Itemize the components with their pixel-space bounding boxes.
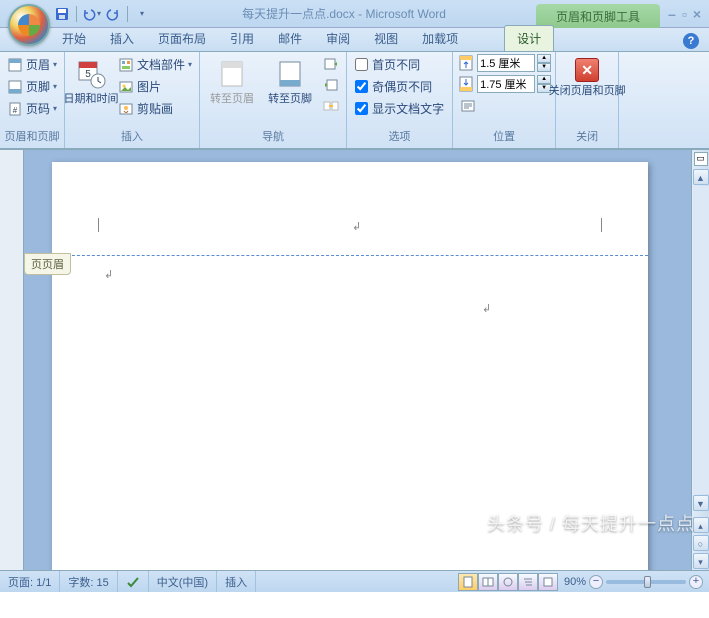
goto-header-button[interactable]: 转至页眉: [204, 54, 260, 110]
close-button[interactable]: ×: [693, 6, 701, 22]
ribbon: 页眉▾ 页脚▾ #页码▾ 页眉和页脚 5 日期和时间 文档部件▾ 图片 剪贴画 …: [0, 52, 709, 150]
contextual-tab-label: 页眉和页脚工具: [536, 4, 660, 28]
minimize-button[interactable]: –: [668, 6, 676, 22]
zoom-in-button[interactable]: +: [689, 575, 703, 589]
insert-alignment-tab-button[interactable]: [457, 96, 551, 116]
diff-first-checkbox[interactable]: 首页不同: [351, 54, 448, 75]
help-icon[interactable]: ?: [683, 33, 699, 49]
status-insertmode[interactable]: 插入: [217, 571, 256, 592]
group-label: 导航: [204, 126, 342, 146]
tab-review[interactable]: 审阅: [314, 26, 362, 51]
header-region[interactable]: ↲ 页页眉: [52, 232, 648, 256]
browse-object-icon[interactable]: ○: [693, 535, 709, 551]
quick-access-toolbar: ▾ ▾: [52, 4, 152, 24]
group-label: 位置: [457, 126, 551, 146]
scroll-track[interactable]: [693, 186, 709, 494]
tab-home[interactable]: 开始: [50, 26, 98, 51]
group-label: 插入: [69, 126, 195, 146]
document-viewport[interactable]: ↲ 页页眉 ↲ ↲: [24, 150, 691, 570]
paragraph-mark-icon: ↲: [482, 302, 491, 315]
nav-next-button[interactable]: [320, 75, 342, 95]
window-controls: – ▫ ×: [668, 6, 701, 22]
zoom-out-button[interactable]: −: [589, 575, 603, 589]
scroll-down-icon[interactable]: ▼: [693, 495, 709, 511]
redo-icon[interactable]: [103, 4, 123, 24]
ribbon-group-position: ▲▼ ▲▼ 位置: [453, 52, 556, 148]
footer-button[interactable]: 页脚▾: [4, 76, 60, 97]
ruler-toggle-icon[interactable]: ▭: [694, 152, 708, 166]
close-headerfooter-button[interactable]: ✕ 关闭页眉和页脚: [560, 54, 614, 102]
spin-down[interactable]: ▼: [537, 63, 551, 72]
tab-pagelayout[interactable]: 页面布局: [146, 26, 218, 51]
footer-from-bottom-spinner[interactable]: ▲▼: [457, 75, 551, 93]
save-icon[interactable]: [52, 4, 72, 24]
picture-button[interactable]: 图片: [115, 76, 195, 97]
status-bar: 页面: 1/1 字数: 15 中文(中国) 插入 90% − +: [0, 570, 709, 592]
diff-oddeven-checkbox[interactable]: 奇偶页不同: [351, 76, 448, 97]
group-label: 关闭: [560, 126, 614, 146]
spin-up[interactable]: ▲: [537, 54, 551, 63]
tab-insert[interactable]: 插入: [98, 26, 146, 51]
header-region-label: 页页眉: [24, 253, 71, 275]
paragraph-mark-icon: ↲: [352, 220, 361, 233]
tab-design[interactable]: 设计: [504, 25, 554, 51]
view-web-icon[interactable]: [498, 573, 518, 591]
header-button[interactable]: 页眉▾: [4, 54, 60, 75]
page[interactable]: ↲ 页页眉 ↲ ↲: [52, 162, 648, 570]
title-bar: ▾ ▾ 每天提升一点点.docx - Microsoft Word 页眉和页脚工…: [0, 0, 709, 28]
goto-footer-button[interactable]: 转至页脚: [262, 54, 318, 110]
nav-prev-button[interactable]: [320, 54, 342, 74]
view-draft-icon[interactable]: [538, 573, 558, 591]
office-button[interactable]: [8, 4, 50, 46]
ribbon-group-navigation: 转至页眉 转至页脚 导航: [200, 52, 347, 148]
ribbon-group-options: 首页不同 奇偶页不同 显示文档文字 选项: [347, 52, 453, 148]
tab-references[interactable]: 引用: [218, 26, 266, 51]
header-from-top-spinner[interactable]: ▲▼: [457, 54, 551, 72]
clipart-button[interactable]: 剪贴画: [115, 98, 195, 119]
spin-up[interactable]: ▲: [537, 75, 551, 84]
qat-customize-icon[interactable]: ▾: [132, 4, 152, 24]
tab-addins[interactable]: 加载项: [410, 26, 470, 51]
datetime-button[interactable]: 5 日期和时间: [69, 54, 113, 110]
close-icon: ✕: [575, 58, 599, 82]
view-fullscreen-icon[interactable]: [478, 573, 498, 591]
undo-icon[interactable]: ▾: [81, 4, 101, 24]
show-doctext-checkbox[interactable]: 显示文档文字: [351, 98, 448, 119]
group-label: 选项: [351, 126, 448, 146]
svg-text:5: 5: [85, 69, 91, 80]
pagenumber-button[interactable]: #页码▾: [4, 98, 60, 119]
zoom-level[interactable]: 90%: [564, 576, 586, 588]
document-area: ↲ 页页眉 ↲ ↲ ▭ ▲ ▼ ▴ ○ ▾ 头条号 / 每天提升一点点: [0, 150, 709, 570]
status-language[interactable]: 中文(中国): [149, 571, 217, 592]
zoom-control: 90% − +: [558, 575, 709, 589]
ribbon-tabs: 开始 插入 页面布局 引用 邮件 审阅 视图 加载项 设计 ?: [0, 28, 709, 52]
ribbon-group-insert: 5 日期和时间 文档部件▾ 图片 剪贴画 插入: [65, 52, 200, 148]
view-printlayout-icon[interactable]: [458, 573, 478, 591]
ribbon-group-close: ✕ 关闭页眉和页脚 关闭: [556, 52, 619, 148]
browse-prev-icon[interactable]: ▴: [693, 517, 709, 533]
status-wordcount[interactable]: 字数: 15: [60, 571, 117, 592]
header-top-input[interactable]: [477, 54, 535, 72]
view-outline-icon[interactable]: [518, 573, 538, 591]
status-page[interactable]: 页面: 1/1: [0, 571, 60, 592]
ribbon-group-headerfooter: 页眉▾ 页脚▾ #页码▾ 页眉和页脚: [0, 52, 65, 148]
group-label: 页眉和页脚: [4, 126, 60, 146]
restore-button[interactable]: ▫: [682, 6, 687, 22]
vertical-ruler[interactable]: [0, 150, 24, 570]
window-title: 每天提升一点点.docx - Microsoft Word: [152, 5, 536, 22]
tab-mailings[interactable]: 邮件: [266, 26, 314, 51]
link-previous-button[interactable]: [320, 96, 342, 116]
status-proofing-icon[interactable]: [118, 571, 149, 592]
zoom-slider[interactable]: [606, 580, 686, 584]
view-buttons: [458, 573, 558, 591]
vertical-scrollbar[interactable]: ▭ ▲ ▼ ▴ ○ ▾: [691, 150, 709, 570]
tab-view[interactable]: 视图: [362, 26, 410, 51]
paragraph-mark-icon: ↲: [104, 268, 113, 281]
svg-text:#: #: [13, 106, 18, 115]
browse-next-icon[interactable]: ▾: [693, 553, 709, 569]
scroll-up-icon[interactable]: ▲: [693, 169, 709, 185]
footer-bottom-input[interactable]: [477, 75, 535, 93]
quickparts-button[interactable]: 文档部件▾: [115, 54, 195, 75]
